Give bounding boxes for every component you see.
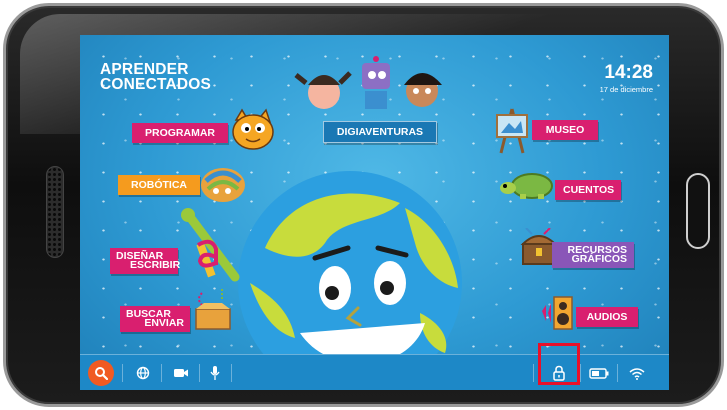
- microphone-button[interactable]: [204, 362, 226, 384]
- lock-icon: [553, 365, 565, 381]
- menu-disenar-escribir-button[interactable]: DISEÑAR ESCRIBIR: [110, 248, 181, 274]
- speaker-illustration: [542, 296, 573, 330]
- tablet-home-button[interactable]: [686, 173, 710, 249]
- package-box-illustration: [195, 289, 231, 330]
- kids-characters-illustration: [294, 56, 442, 109]
- browser-button[interactable]: [132, 362, 154, 384]
- taskbar-separator: [617, 364, 618, 382]
- tablet-screen: APRENDER CONECTADOS 14:28 17 de diciembr…: [80, 35, 669, 390]
- taskbar-separator: [231, 364, 232, 382]
- taskbar-separator: [199, 364, 200, 382]
- paint-letter-illustration: [197, 239, 218, 268]
- wifi-icon: [629, 367, 645, 380]
- menu-audios-button[interactable]: AUDIOS: [576, 307, 638, 327]
- turtle-illustration: [500, 173, 553, 199]
- bottom-taskbar: [80, 354, 669, 390]
- search-button[interactable]: [88, 360, 114, 386]
- video-button[interactable]: [170, 362, 192, 384]
- app-title-line1: APRENDER: [100, 61, 189, 78]
- menu-cuentos-button[interactable]: CUENTOS: [555, 180, 621, 200]
- menu-recursos-line2: GRÁFICOS: [571, 253, 627, 265]
- taskbar-separator: [580, 364, 581, 382]
- tablet-speaker-grille: [46, 166, 64, 258]
- battery-icon: [589, 367, 609, 379]
- easel-painting-illustration: [496, 108, 528, 154]
- robot-bug-illustration: [201, 168, 245, 202]
- globe-icon: [136, 366, 150, 380]
- clock-widget: 14:28 17 de diciembre: [600, 62, 653, 94]
- taskbar-separator: [533, 364, 534, 382]
- menu-programar-button[interactable]: PROGRAMAR: [132, 123, 228, 143]
- video-camera-icon: [174, 369, 188, 377]
- menu-recursos-graficos-button[interactable]: RECURSOS GRÁFICOS: [552, 242, 634, 268]
- menu-museo-button[interactable]: MUSEO: [532, 120, 598, 140]
- menu-digiaventuras-button[interactable]: DIGIAVENTURAS: [323, 121, 437, 143]
- menu-buscar-line2: ENVIAR: [144, 317, 184, 329]
- clock-date: 17 de diciembre: [599, 85, 653, 94]
- search-icon: [95, 367, 108, 380]
- app-title: APRENDER CONECTADOS: [100, 61, 240, 93]
- cat-mascot-illustration: [232, 108, 274, 150]
- wifi-status[interactable]: [626, 362, 648, 384]
- menu-robotica-button[interactable]: ROBÓTICA: [118, 175, 200, 195]
- taskbar-separator: [161, 364, 162, 382]
- app-title-line2: CONECTADOS: [100, 76, 212, 93]
- taskbar-separator: [122, 364, 123, 382]
- battery-status[interactable]: [588, 362, 610, 384]
- clock-time: 14:28: [604, 62, 653, 83]
- menu-buscar-enviar-button[interactable]: BUSCAR ENVIAR: [120, 306, 190, 332]
- microphone-icon: [210, 366, 220, 380]
- menu-disenar-line2: ESCRIBIR: [130, 259, 181, 271]
- lock-button[interactable]: [548, 362, 570, 384]
